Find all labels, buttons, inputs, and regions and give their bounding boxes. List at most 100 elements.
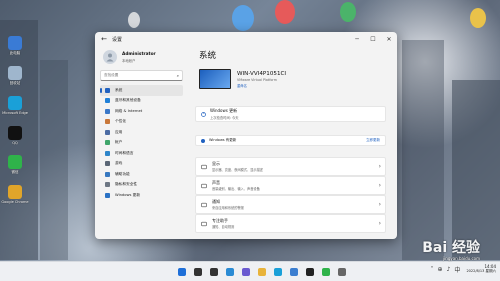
- desktop-shortcut-label: 微信: [11, 170, 19, 175]
- moon-icon: [201, 221, 207, 226]
- close-button[interactable]: ✕: [381, 32, 397, 46]
- back-arrow-icon[interactable]: ←: [98, 33, 110, 45]
- search-icon[interactable]: [191, 265, 204, 278]
- sidebar-item[interactable]: 蓝牙和其他设备: [100, 96, 183, 107]
- search-icon: ⌕: [176, 73, 179, 78]
- chat-icon[interactable]: [239, 265, 252, 278]
- desktop-shortcut[interactable]: Microsoft Edge: [2, 95, 28, 116]
- title-bar: ← 设置 ─ ☐ ✕: [95, 32, 397, 46]
- wallpaper-balloon: [340, 2, 356, 22]
- rename-link[interactable]: 重命名: [237, 83, 286, 88]
- settings-row[interactable]: 专注助手 通知、自动规则 ›: [195, 214, 386, 233]
- ime-indicator[interactable]: 中: [454, 265, 460, 274]
- info-icon: [201, 138, 205, 143]
- desktop-shortcut[interactable]: Google Chrome: [1, 185, 29, 205]
- minimize-button[interactable]: ─: [349, 32, 365, 46]
- qq-icon[interactable]: [303, 265, 316, 278]
- apps-icon: [105, 129, 110, 135]
- chevron-right-icon: ›: [378, 220, 381, 227]
- device-header: WIN-VVI4P1051CI VMware Virtual Platform …: [199, 69, 397, 89]
- settings-icon[interactable]: [335, 265, 348, 278]
- avatar: [103, 50, 117, 64]
- sidebar-item-label: 游戏: [115, 161, 123, 166]
- sidebar-item[interactable]: 系统: [100, 85, 183, 96]
- device-thumbnail: [199, 69, 231, 89]
- game-icon: [105, 161, 110, 167]
- settings-row[interactable]: 声音 音量级别、输出、输入、声音设备 ›: [195, 176, 386, 195]
- sidebar-item[interactable]: 个性化: [100, 117, 183, 128]
- desktop-shortcut-label: Google Chrome: [1, 200, 29, 205]
- update-text: Windows 有更新: [209, 138, 237, 142]
- desktop-shortcut[interactable]: 微信: [3, 155, 27, 175]
- search-input[interactable]: 查找设置 ⌕: [100, 70, 183, 81]
- maximize-button[interactable]: ☐: [365, 32, 381, 46]
- desktop-shortcut[interactable]: 回收站: [3, 65, 27, 86]
- desktop-shortcut-label: QQ: [12, 140, 18, 145]
- wallpaper-building: [402, 40, 444, 260]
- start-icon[interactable]: [175, 265, 188, 278]
- device-model: VMware Virtual Platform: [237, 77, 277, 82]
- sidebar-item[interactable]: 辅助功能: [100, 169, 183, 180]
- sidebar-item[interactable]: Windows 更新: [100, 190, 183, 201]
- sidebar-item[interactable]: 时间和语言: [100, 148, 183, 159]
- sound-icon: [201, 183, 207, 188]
- monitor-icon: [105, 87, 110, 93]
- user-icon: [106, 53, 114, 62]
- accessibility-icon: [105, 171, 110, 177]
- device-name: WIN-VVI4P1051CI: [237, 70, 287, 77]
- volume-icon[interactable]: ♪: [447, 266, 451, 273]
- taskbar: ˄ ⊕ ♪ 中 14:04 2022/8/13 星期六: [0, 261, 500, 281]
- settings-row-sub: 音量级别、输出、输入、声音设备: [212, 187, 260, 192]
- edge-icon: [8, 95, 22, 110]
- settings-window: ← 设置 ─ ☐ ✕ Administrator 本地帐户 查找设置 ⌕ 系统蓝…: [95, 32, 397, 239]
- sidebar-item-label: 系统: [115, 87, 123, 92]
- sidebar-item[interactable]: 帐户: [100, 138, 183, 149]
- desktop-shortcut[interactable]: 此电脑: [3, 36, 27, 56]
- wallpaper-balloon: [275, 0, 295, 24]
- wallpaper-building: [452, 80, 500, 260]
- desktop-shortcut-label: Microsoft Edge: [2, 110, 28, 115]
- bell-icon: [201, 202, 207, 207]
- watermark-logo: Bai 经验: [422, 240, 480, 256]
- store-icon[interactable]: [287, 265, 300, 278]
- sidebar-item[interactable]: 游戏: [100, 159, 183, 170]
- update-now-link[interactable]: 立即更新: [366, 138, 380, 143]
- brush-icon: [105, 119, 110, 125]
- task-view-icon[interactable]: [207, 265, 220, 278]
- desktop-shortcut-label: 此电脑: [9, 51, 21, 55]
- chrome-icon: [8, 185, 22, 200]
- update-icon: [105, 192, 110, 198]
- user-profile[interactable]: Administrator 本地帐户: [103, 50, 187, 64]
- update-banner: Windows 有更新 立即更新: [195, 135, 386, 146]
- window-title: 设置: [112, 36, 123, 43]
- bluetooth-icon: [105, 98, 110, 104]
- sidebar-item-label: Windows 更新: [115, 192, 141, 197]
- windows-update-card[interactable]: Windows 更新 上次检查时间: 今天: [195, 106, 386, 122]
- baidu-watermark: Bai 经验: [422, 237, 480, 257]
- settings-row[interactable]: 显示 显示器、亮度、夜间模式、显示描述 ›: [195, 157, 386, 176]
- sidebar-item-label: 隐私和安全性: [115, 182, 138, 187]
- settings-row-sub: 通知、自动规则: [212, 225, 235, 230]
- clock[interactable]: 14:04 2022/8/13 星期六: [466, 264, 496, 274]
- sidebar-nav: 系统蓝牙和其他设备 网络 & Internet 个性化 应用 帐户 时间和语言游戏辅助功能…: [95, 85, 187, 201]
- widgets-icon[interactable]: [223, 265, 236, 278]
- settings-sidebar: Administrator 本地帐户 查找设置 ⌕ 系统蓝牙和其他设备 网络 & …: [95, 46, 187, 239]
- sidebar-item[interactable]: 应用: [100, 127, 183, 138]
- settings-row-title: 通知: [212, 198, 220, 204]
- desktop-shortcut[interactable]: QQ: [3, 125, 27, 146]
- system-tray: ˄ ⊕ ♪ 中 14:04 2022/8/13 星期六: [427, 264, 496, 274]
- chevron-up-icon[interactable]: ˄: [431, 266, 434, 273]
- wallpaper-balloon: [470, 8, 486, 28]
- page-title: 系统: [199, 51, 217, 61]
- settings-row[interactable]: 通知 来自应用和系统的警报 ›: [195, 195, 386, 214]
- sidebar-item[interactable]: 隐私和安全性: [100, 180, 183, 191]
- file-explorer-icon[interactable]: [255, 265, 268, 278]
- wechat-icon[interactable]: [319, 265, 332, 278]
- network-icon[interactable]: ⊕: [438, 266, 443, 273]
- wallpaper-building: [40, 60, 68, 260]
- edge-icon[interactable]: [271, 265, 284, 278]
- wallpaper-balloon: [232, 5, 254, 31]
- sidebar-item[interactable]: 网络 & Internet: [100, 106, 183, 117]
- wallpaper-balloon: [128, 12, 140, 28]
- settings-main: 系统 WIN-VVI4P1051CI VMware Virtual Platfo…: [187, 46, 397, 239]
